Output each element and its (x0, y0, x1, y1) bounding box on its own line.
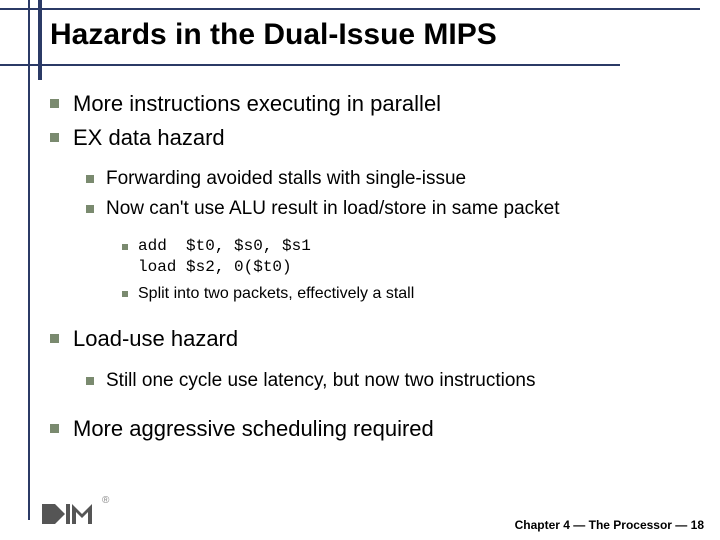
code-line: add $t0, $s0, $s1 (138, 237, 311, 255)
registered-icon: ® (102, 495, 109, 506)
slide-title: Hazards in the Dual-Issue MIPS (50, 18, 497, 52)
bullet-lvl1: More aggressive scheduling required (50, 414, 690, 444)
slide-footer: Chapter 4 — The Processor — 18 (515, 518, 704, 532)
bullet-lvl1: More instructions executing in parallel (50, 89, 690, 119)
bullet-lvl2: Still one cycle use latency, but now two… (86, 368, 690, 394)
title-underline (0, 64, 620, 66)
bullet-lvl2: Now can't use ALU result in load/store i… (86, 196, 690, 222)
bullet-lvl3: add $t0, $s0, $s1 load $s2, 0($t0) (122, 236, 690, 279)
square-bullet-icon (50, 334, 59, 343)
bullet-text: Still one cycle use latency, but now two… (106, 368, 690, 394)
code-snippet: add $t0, $s0, $s1 load $s2, 0($t0) (138, 236, 690, 279)
bullet-lvl1: EX data hazard (50, 123, 690, 153)
bullet-text: More aggressive scheduling required (73, 414, 690, 444)
square-bullet-icon (86, 175, 94, 183)
slide: Hazards in the Dual-Issue MIPS More inst… (0, 0, 720, 540)
bullet-lvl3: Split into two packets, effectively a st… (122, 283, 690, 305)
square-bullet-icon (50, 133, 59, 142)
bullet-text: More instructions executing in parallel (73, 89, 690, 119)
square-bullet-icon (50, 99, 59, 108)
square-bullet-icon (86, 205, 94, 213)
bullet-text: EX data hazard (73, 123, 690, 153)
bullet-text: Load-use hazard (73, 324, 690, 354)
code-line: load $s2, 0($t0) (138, 258, 292, 276)
left-rule-thin (28, 0, 30, 520)
left-rule-thick (38, 0, 42, 80)
square-bullet-icon (50, 424, 59, 433)
bullet-text: Forwarding avoided stalls with single-is… (106, 166, 690, 192)
bullet-lvl1: Load-use hazard (50, 324, 690, 354)
square-bullet-icon (122, 244, 128, 250)
slide-body: More instructions executing in parallel … (50, 85, 690, 447)
top-rule (0, 8, 700, 10)
square-bullet-icon (86, 377, 94, 385)
bullet-lvl2: Forwarding avoided stalls with single-is… (86, 166, 690, 192)
bullet-text: Split into two packets, effectively a st… (138, 283, 690, 305)
publisher-logo-icon (42, 498, 102, 530)
bullet-text: Now can't use ALU result in load/store i… (106, 196, 690, 222)
square-bullet-icon (122, 291, 128, 297)
